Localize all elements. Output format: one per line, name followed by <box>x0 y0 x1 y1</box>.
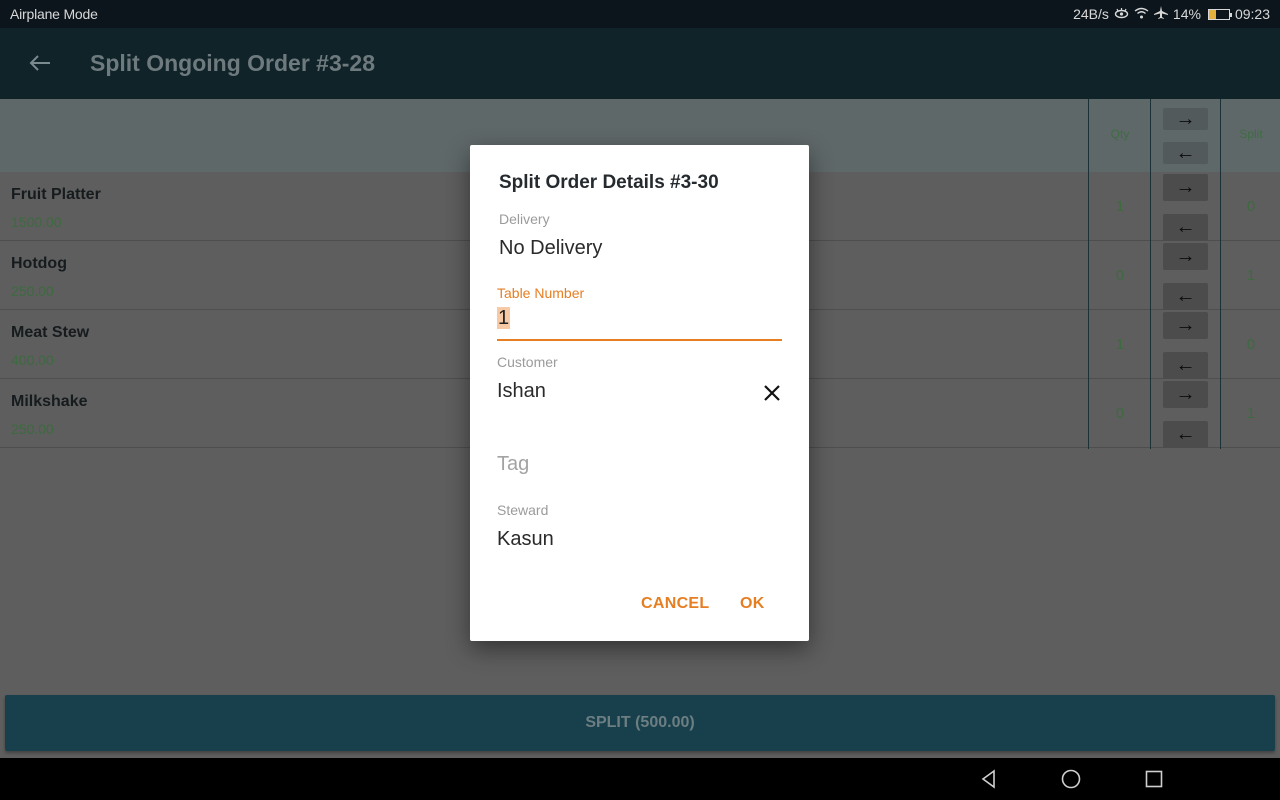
column-divider <box>1088 99 1089 449</box>
delivery-label: Delivery <box>499 211 550 227</box>
arrow-left-icon: ← <box>1175 423 1196 445</box>
arrow-right-icon: → <box>1175 176 1196 198</box>
airplane-mode-text: Airplane Mode <box>10 6 98 22</box>
item-price: 250.00 <box>11 421 54 437</box>
split-button[interactable]: SPLIT (500.00) <box>5 695 1275 751</box>
table-number-input[interactable]: 1 <box>497 307 782 341</box>
table-number-value: 1 <box>497 307 511 329</box>
home-circle-icon[interactable] <box>1060 768 1082 790</box>
item-price: 250.00 <box>11 283 54 299</box>
column-divider <box>1220 99 1221 449</box>
app-bar: Split Ongoing Order #3-28 <box>0 28 1280 99</box>
move-right-button[interactable]: → <box>1163 243 1208 270</box>
tag-input[interactable]: Tag <box>497 453 529 476</box>
move-left-button[interactable]: ← <box>1163 214 1208 241</box>
column-divider <box>1150 99 1151 449</box>
status-bar: Airplane Mode 24B/s 14% 09:23 <box>0 0 1280 28</box>
move-left-button[interactable]: ← <box>1163 283 1208 310</box>
split-header: Split <box>1239 127 1263 141</box>
wifi-icon <box>1134 6 1149 22</box>
item-price: 1500.00 <box>11 214 62 230</box>
item-qty: 0 <box>1115 267 1125 284</box>
steward-select[interactable]: Kasun <box>497 528 554 551</box>
item-qty: 1 <box>1115 336 1125 353</box>
item-name: Milkshake <box>11 393 88 410</box>
page-title: Split Ongoing Order #3-28 <box>90 50 375 76</box>
item-name: Fruit Platter <box>11 186 101 203</box>
arrow-left-icon: ← <box>1175 216 1196 238</box>
arrow-left-icon: ← <box>1175 285 1196 307</box>
eye-comfort-icon <box>1114 6 1129 22</box>
steward-label: Steward <box>497 502 549 518</box>
item-split: 1 <box>1246 267 1256 284</box>
recents-square-icon[interactable] <box>1143 768 1165 790</box>
move-all-right-button[interactable]: → <box>1163 108 1208 130</box>
system-nav-bar <box>0 758 1280 800</box>
move-right-button[interactable]: → <box>1163 381 1208 408</box>
back-triangle-icon[interactable] <box>978 768 1000 790</box>
item-qty: 1 <box>1115 198 1125 215</box>
arrow-left-icon: ← <box>1175 354 1196 376</box>
move-left-button[interactable]: ← <box>1163 352 1208 379</box>
item-split: 0 <box>1246 198 1256 215</box>
item-name: Hotdog <box>11 255 67 272</box>
move-all-left-button[interactable]: ← <box>1163 142 1208 164</box>
arrow-right-icon: → <box>1175 245 1196 267</box>
customer-select[interactable]: Ishan <box>497 380 546 403</box>
qty-header: Qty <box>1110 127 1130 141</box>
net-speed: 24B/s <box>1073 6 1109 22</box>
table-number-label: Table Number <box>497 285 585 301</box>
dialog-title: Split Order Details #3-30 <box>499 172 719 193</box>
arrow-left-icon: ← <box>1175 141 1196 164</box>
battery-icon <box>1207 8 1232 20</box>
move-right-button[interactable]: → <box>1163 312 1208 339</box>
item-qty: 0 <box>1115 405 1125 422</box>
split-order-details-dialog: Split Order Details #3-30 Delivery No De… <box>470 145 809 641</box>
arrow-right-icon: → <box>1175 107 1196 130</box>
item-split: 1 <box>1246 405 1256 422</box>
item-name: Meat Stew <box>11 324 90 341</box>
arrow-right-icon: → <box>1175 314 1196 336</box>
battery-percent: 14% <box>1172 6 1201 22</box>
arrow-left-icon <box>29 55 50 71</box>
customer-label: Customer <box>497 354 558 370</box>
item-price: 400.00 <box>11 352 54 368</box>
item-split: 0 <box>1246 336 1256 353</box>
close-icon[interactable] <box>760 381 784 405</box>
airplane-icon <box>1153 6 1168 22</box>
move-right-button[interactable]: → <box>1163 174 1208 201</box>
clock: 09:23 <box>1234 6 1270 22</box>
arrow-right-icon: → <box>1175 383 1196 405</box>
status-icons: 24B/s 14% 09:23 <box>1073 6 1270 22</box>
move-left-button[interactable]: ← <box>1163 421 1208 448</box>
cancel-button[interactable]: CANCEL <box>641 595 709 613</box>
back-button[interactable] <box>0 48 80 79</box>
delivery-select[interactable]: No Delivery <box>499 237 602 260</box>
ok-button[interactable]: OK <box>740 595 765 613</box>
